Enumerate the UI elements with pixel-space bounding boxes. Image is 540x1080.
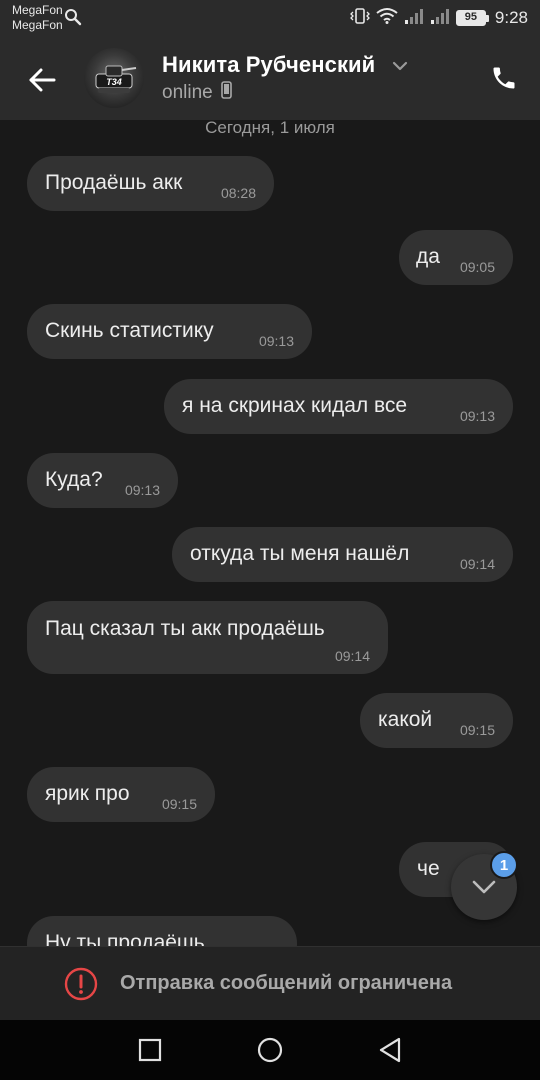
message-time: 09:15 xyxy=(459,722,495,738)
avatar[interactable]: T34 xyxy=(84,48,144,108)
message-time: 09:13 xyxy=(459,408,495,424)
contact-name[interactable]: Никита Рубченский xyxy=(162,52,375,78)
restriction-text: Отправка сообщений ограничена xyxy=(120,972,453,994)
triangle-back-icon xyxy=(379,1037,401,1063)
signal-icon-2 xyxy=(430,8,450,29)
date-separator: Сегодня, 1 июля xyxy=(205,120,335,137)
back-arrow-icon xyxy=(29,68,56,92)
carrier-1: MegaFon xyxy=(12,3,63,17)
message-bubble-out[interactable]: да 09:05 xyxy=(399,230,513,285)
message-bubble-in[interactable]: Пац сказал ты акк продаёшь 09:14 xyxy=(27,601,388,674)
online-status: online xyxy=(162,82,213,103)
message-time: 09:13 xyxy=(124,482,160,498)
message-text: Пац сказал ты акк продаёшь xyxy=(45,617,325,640)
message-text: Ну ты продаёшь xyxy=(45,931,205,946)
message-bubble-out[interactable]: откуда ты меня нашёл 09:14 xyxy=(172,527,513,582)
square-icon xyxy=(138,1038,162,1062)
message-time: 08:28 xyxy=(220,185,256,201)
message-text: да xyxy=(416,245,440,268)
message-bubble-in[interactable]: Скинь статистику 09:13 xyxy=(27,304,312,359)
back-nav-button[interactable] xyxy=(375,1035,405,1065)
system-nav-bar xyxy=(0,1020,540,1080)
message-time: 09:05 xyxy=(459,259,495,275)
message-text: че xyxy=(417,857,440,880)
battery-icon: 95 xyxy=(455,10,489,26)
message-text: я на скринах кидал все xyxy=(182,394,408,417)
battery-level: 95 xyxy=(455,10,486,26)
warning-icon xyxy=(64,967,98,1006)
phone-call-icon xyxy=(493,67,515,89)
wifi-icon xyxy=(376,7,398,29)
message-text: Скинь статистику xyxy=(45,319,214,342)
contact-status: online xyxy=(162,81,232,105)
circle-icon xyxy=(257,1037,283,1063)
message-text: Продаёшь акк xyxy=(45,171,183,194)
chevron-down-icon[interactable] xyxy=(392,58,408,76)
chevron-down-icon xyxy=(472,880,496,894)
status-bar: MegaFon MegaFon 95 9:28 xyxy=(0,0,540,38)
recent-apps-button[interactable] xyxy=(135,1035,165,1065)
message-bubble-in[interactable]: Ну ты продаёшь xyxy=(27,916,297,946)
back-button[interactable] xyxy=(22,60,62,100)
message-list[interactable]: Сегодня, 1 июля Продаёшь акк 08:28 да 09… xyxy=(0,120,540,946)
message-time: 09:13 xyxy=(258,333,294,349)
signal-icon xyxy=(404,8,424,29)
message-bubble-in[interactable]: ярик про 09:15 xyxy=(27,767,215,822)
message-bubble-in[interactable]: Продаёшь акк 08:28 xyxy=(27,156,274,211)
search-icon xyxy=(64,8,82,31)
message-bubble-out[interactable]: какой 09:15 xyxy=(360,693,513,748)
message-time: 09:14 xyxy=(459,556,495,572)
carrier-2: MegaFon xyxy=(12,18,63,32)
message-bubble-out[interactable]: я на скринах кидал все 09:13 xyxy=(164,379,513,434)
chat-header: T34 Никита Рубченский online xyxy=(0,38,540,120)
message-time: 09:14 xyxy=(334,648,370,664)
carrier-labels: MegaFon MegaFon xyxy=(12,3,63,33)
call-button[interactable] xyxy=(486,60,522,96)
home-button[interactable] xyxy=(255,1035,285,1065)
message-text: какой xyxy=(378,708,433,731)
mobile-phone-icon xyxy=(220,81,232,105)
clock: 9:28 xyxy=(494,8,528,27)
message-text: Куда? xyxy=(45,468,103,491)
messaging-restricted-bar: Отправка сообщений ограничена xyxy=(0,946,540,1020)
message-bubble-in[interactable]: Куда? 09:13 xyxy=(27,453,178,508)
message-text: ярик про xyxy=(45,782,130,805)
message-text: откуда ты меня нашёл xyxy=(190,542,410,565)
avatar-label: T34 xyxy=(106,77,122,87)
vibrate-icon xyxy=(349,7,370,30)
unread-badge: 1 xyxy=(490,851,518,879)
message-time: 09:15 xyxy=(161,796,197,812)
